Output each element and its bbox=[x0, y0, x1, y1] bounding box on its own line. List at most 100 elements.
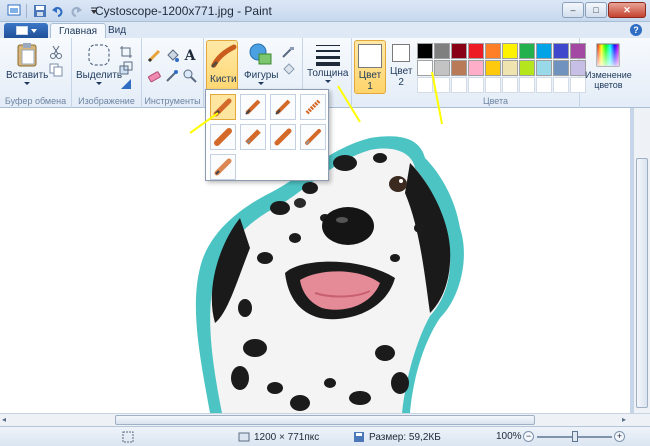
calligraphy-brush-icon bbox=[275, 99, 291, 115]
color-swatch[interactable] bbox=[417, 60, 433, 76]
color-swatch[interactable] bbox=[570, 60, 586, 76]
disk-icon bbox=[354, 432, 364, 442]
marker-icon bbox=[274, 128, 292, 146]
brush-option-2[interactable] bbox=[240, 94, 266, 120]
brush-option-9[interactable] bbox=[210, 154, 236, 180]
scroll-right-icon[interactable]: ▸ bbox=[622, 415, 632, 425]
help-icon[interactable]: ? bbox=[630, 24, 642, 36]
undo-icon[interactable] bbox=[50, 3, 65, 18]
thickness-button[interactable]: Толщина bbox=[307, 42, 348, 83]
resize-icon[interactable] bbox=[118, 60, 134, 76]
close-button[interactable]: ✕ bbox=[608, 2, 646, 18]
custom-color-slot[interactable] bbox=[485, 77, 501, 93]
brushes-popup bbox=[205, 89, 329, 181]
shapes-button[interactable]: Фигуры bbox=[244, 42, 278, 85]
brush-option-4[interactable] bbox=[300, 94, 326, 120]
custom-color-slot[interactable] bbox=[553, 77, 569, 93]
color-swatch[interactable] bbox=[502, 43, 518, 59]
color-swatch[interactable] bbox=[502, 60, 518, 76]
tools-group-label: Инструменты bbox=[144, 96, 201, 106]
color-picker-icon[interactable] bbox=[164, 68, 180, 84]
custom-color-slot[interactable] bbox=[536, 77, 552, 93]
magnifier-icon[interactable] bbox=[182, 68, 198, 84]
rotate-icon[interactable] bbox=[118, 76, 134, 92]
vertical-scrollbar[interactable] bbox=[633, 108, 650, 413]
brush-option-7[interactable] bbox=[270, 124, 296, 150]
horizontal-scrollbar[interactable]: ◂ ▸ bbox=[0, 413, 650, 426]
color-swatch[interactable] bbox=[519, 60, 535, 76]
color-swatch[interactable] bbox=[468, 43, 484, 59]
chevron-down-icon bbox=[96, 82, 103, 85]
select-icon bbox=[88, 44, 110, 66]
pencil-icon[interactable] bbox=[146, 48, 162, 64]
color2-button[interactable]: Цвет 2 bbox=[390, 44, 412, 88]
color-swatch[interactable] bbox=[451, 60, 467, 76]
color-swatch[interactable] bbox=[417, 43, 433, 59]
brush-option-5[interactable] bbox=[210, 124, 236, 150]
colors-group-label: Цвета bbox=[482, 96, 509, 106]
save-icon[interactable] bbox=[32, 3, 47, 18]
color-swatch[interactable] bbox=[451, 43, 467, 59]
crop-icon[interactable] bbox=[118, 44, 134, 60]
color-palette bbox=[417, 43, 586, 93]
fill-icon[interactable] bbox=[280, 62, 296, 78]
zoom-out-button[interactable]: − bbox=[523, 431, 534, 442]
paste-button[interactable]: Вставить bbox=[6, 42, 48, 85]
vertical-scroll-thumb[interactable] bbox=[636, 158, 648, 408]
paste-icon bbox=[17, 43, 37, 67]
select-button[interactable]: Выделить bbox=[76, 42, 122, 85]
scroll-left-icon[interactable]: ◂ bbox=[2, 415, 12, 425]
copy-icon[interactable] bbox=[48, 62, 64, 78]
dimensions-icon bbox=[238, 432, 250, 442]
eraser-icon[interactable] bbox=[146, 68, 162, 84]
zoom-in-button[interactable]: + bbox=[614, 431, 625, 442]
outline-icon[interactable] bbox=[280, 44, 296, 60]
color-swatch[interactable] bbox=[519, 43, 535, 59]
color-swatch[interactable] bbox=[553, 43, 569, 59]
zoom-slider-knob[interactable] bbox=[571, 431, 578, 442]
window-controls: – □ ✕ bbox=[562, 2, 646, 18]
custom-color-slot[interactable] bbox=[519, 77, 535, 93]
text-tool-icon[interactable]: A bbox=[182, 48, 198, 64]
file-menu-button[interactable] bbox=[4, 23, 48, 38]
ribbon-tabs: Главная Вид ? bbox=[0, 22, 650, 39]
color-swatch[interactable] bbox=[536, 60, 552, 76]
color-swatch[interactable] bbox=[485, 60, 501, 76]
cut-icon[interactable] bbox=[48, 44, 64, 60]
custom-color-slot[interactable] bbox=[570, 77, 586, 93]
color-swatch[interactable] bbox=[485, 43, 501, 59]
color-swatch[interactable] bbox=[570, 43, 586, 59]
redo-icon[interactable] bbox=[68, 3, 83, 18]
color2-swatch bbox=[392, 44, 411, 62]
image-group: Выделить Изображение bbox=[72, 38, 142, 108]
calligraphy-brush-icon bbox=[245, 99, 261, 115]
brush-option-3[interactable] bbox=[270, 94, 296, 120]
custom-color-slot[interactable] bbox=[502, 77, 518, 93]
custom-color-slot[interactable] bbox=[434, 77, 450, 93]
color-swatch[interactable] bbox=[434, 43, 450, 59]
brush-option-6[interactable] bbox=[240, 124, 266, 150]
color-swatch[interactable] bbox=[553, 60, 569, 76]
paint-app-icon[interactable] bbox=[6, 3, 21, 18]
color-swatch[interactable] bbox=[536, 43, 552, 59]
window-title: Cystoscope-1200x771.jpg - Paint bbox=[95, 4, 272, 18]
maximize-button[interactable]: □ bbox=[585, 2, 607, 18]
image-group-label: Изображение bbox=[78, 96, 135, 106]
fill-bucket-icon[interactable] bbox=[164, 48, 180, 64]
custom-color-slot[interactable] bbox=[451, 77, 467, 93]
minimize-button[interactable]: – bbox=[562, 2, 584, 18]
color-swatch[interactable] bbox=[468, 60, 484, 76]
color-swatch[interactable] bbox=[434, 60, 450, 76]
custom-color-slot[interactable] bbox=[417, 77, 433, 93]
title-bar: Cystoscope-1200x771.jpg - Paint – □ ✕ bbox=[0, 0, 650, 22]
color1-button[interactable]: Цвет 1 bbox=[354, 40, 386, 94]
tab-home[interactable]: Главная bbox=[50, 23, 107, 39]
brush-icon bbox=[210, 44, 237, 69]
horizontal-scroll-thumb[interactable] bbox=[115, 415, 535, 425]
brush-icon bbox=[213, 98, 232, 117]
custom-color-slot[interactable] bbox=[468, 77, 484, 93]
edit-colors-button[interactable]: Изменение цветов bbox=[585, 42, 632, 90]
tab-view[interactable]: Вид bbox=[100, 23, 134, 39]
brush-option-1[interactable] bbox=[210, 94, 236, 120]
brush-option-8[interactable] bbox=[300, 124, 326, 150]
